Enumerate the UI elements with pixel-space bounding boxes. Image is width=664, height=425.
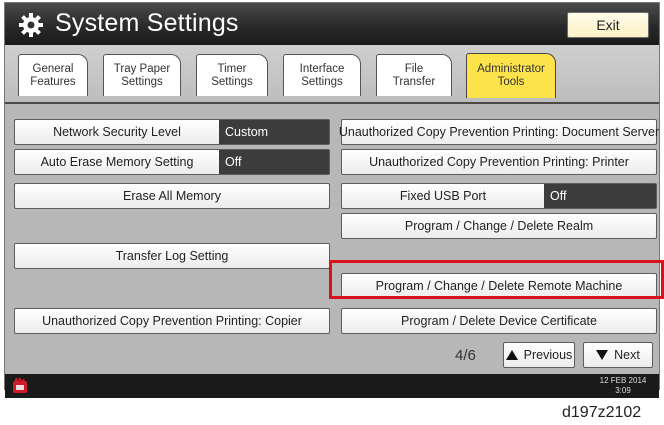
fixed-usb-port-button[interactable]: Fixed USB Port Off [341,183,657,209]
page-indicator: 4/6 [455,347,476,364]
figure-code: d197z2102 [562,404,642,421]
header-bar: System Settings Exit [5,3,659,45]
next-button[interactable]: Next [583,342,653,368]
tab-file-transfer[interactable]: File Transfer [376,54,452,96]
control-panel-screen: System Settings Exit General Features Tr… [4,2,660,398]
fixed-usb-port-label: Fixed USB Port [399,189,487,203]
tab-timer-settings[interactable]: Timer Settings [196,54,268,96]
next-label: Next [614,348,640,362]
auto-erase-memory-value: Off [219,150,329,174]
copy-prevention-document-server-button[interactable]: Unauthorized Copy Prevention Printing: D… [339,119,659,145]
triangle-down-icon [596,350,609,360]
time-text: 3:09 [615,386,631,395]
stop-hand-icon [13,378,27,393]
transfer-log-setting-button[interactable]: Transfer Log Setting [14,243,330,269]
clock: 12 FEB 2014 3:09 [598,376,648,396]
delete-realm-button[interactable]: Program / Change / Delete Realm [341,213,657,239]
triangle-up-icon [505,350,518,360]
previous-label: Previous [523,348,573,362]
date-text: 12 FEB 2014 [599,376,647,385]
network-security-level-value: Custom [219,120,329,144]
tab-interface-settings[interactable]: Interface Settings [283,54,361,96]
delete-device-certificate-button[interactable]: Program / Delete Device Certificate [341,308,657,334]
highlight-frame [329,260,664,299]
auto-erase-memory-button[interactable]: Auto Erase Memory Setting Off [14,149,330,175]
tab-administrator-tools[interactable]: Administrator Tools [466,53,556,98]
page-title: System Settings [55,9,239,37]
network-security-level-button[interactable]: Network Security Level Custom [14,119,330,145]
exit-button[interactable]: Exit [567,12,649,38]
tab-bar: General Features Tray Paper Settings Tim… [5,45,659,104]
previous-button[interactable]: Previous [503,342,575,368]
copy-prevention-copier-button[interactable]: Unauthorized Copy Prevention Printing: C… [14,308,330,334]
copy-prevention-printer-button[interactable]: Unauthorized Copy Prevention Printing: P… [341,149,657,175]
fixed-usb-port-value: Off [544,184,656,208]
auto-erase-memory-label: Auto Erase Memory Setting [40,155,194,169]
network-security-level-label: Network Security Level [53,125,181,139]
tab-tray-paper-settings[interactable]: Tray Paper Settings [103,54,181,96]
status-bar: 12 FEB 2014 3:09 [5,374,659,398]
tab-general-features[interactable]: General Features [18,54,88,96]
erase-all-memory-button[interactable]: Erase All Memory [14,183,330,209]
gear-icon [19,13,43,37]
